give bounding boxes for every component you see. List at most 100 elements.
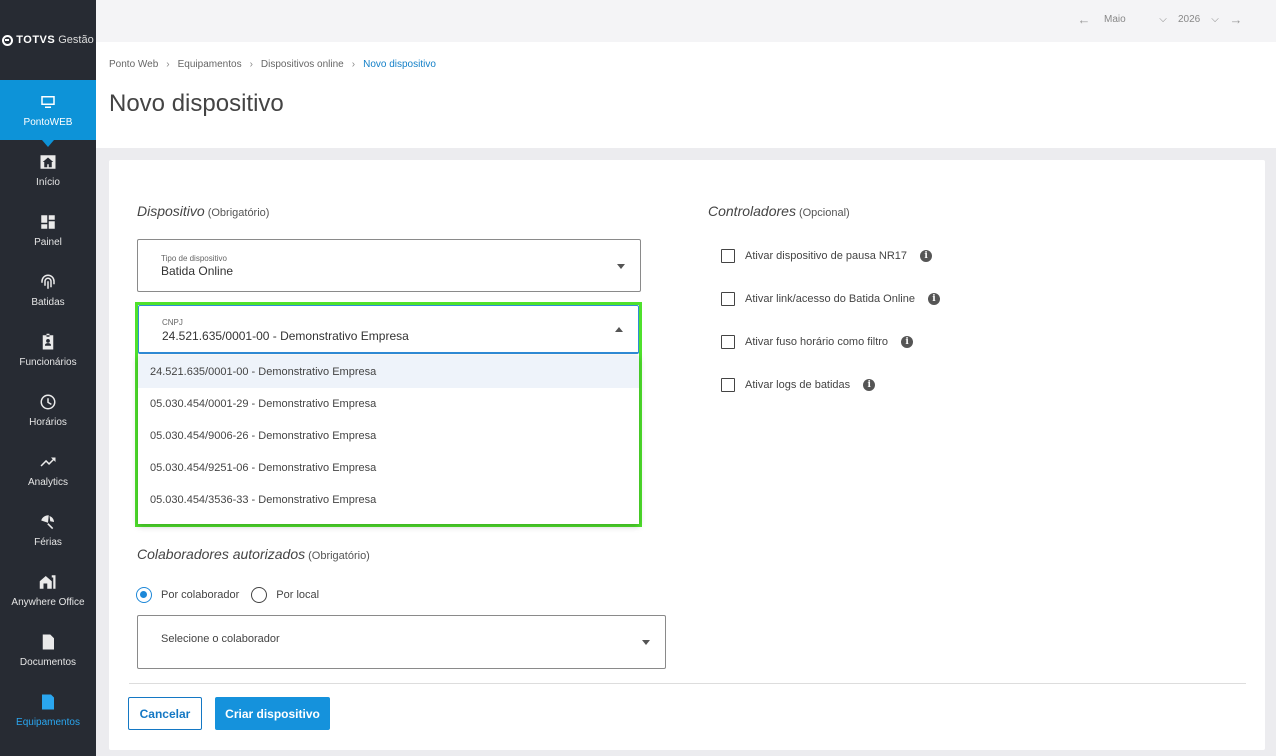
checkbox-fuso-horario[interactable] — [721, 335, 735, 349]
sidebar-item-label: Férias — [34, 537, 62, 548]
caret-down-icon — [642, 640, 650, 645]
device-icon — [38, 692, 58, 712]
breadcrumb-dispositivos-online[interactable]: Dispositivos online — [261, 59, 344, 70]
dispositivo-title: Dispositivo — [137, 203, 205, 219]
colaboradores-required: (Obrigatório) — [308, 550, 370, 562]
cnpj-option[interactable]: 24.521.635/0001-00 - Demonstrativo Empre… — [138, 356, 639, 388]
trending-icon — [38, 452, 58, 472]
page-header: Ponto Web › Equipamentos › Dispositivos … — [96, 42, 1276, 148]
radio-por-colaborador-label[interactable]: Por colaborador — [161, 589, 239, 601]
controladores-section-title: Controladores (Opcional) — [708, 203, 850, 219]
sidebar-item-anywhere-office[interactable]: Anywhere Office — [0, 560, 96, 620]
breadcrumb-separator-icon: › — [351, 59, 356, 70]
beach-icon — [38, 512, 58, 532]
tipo-dispositivo-label: Tipo de dispositivo — [161, 254, 227, 263]
form-card: Dispositivo (Obrigatório) Tipo de disposi… — [109, 160, 1265, 750]
page-title: Novo dispositivo — [109, 90, 284, 117]
chevron-down-icon: ⌵ — [1159, 14, 1167, 25]
sidebar-item-funcionarios[interactable]: Funcionários — [0, 320, 96, 380]
info-icon[interactable]: i — [920, 250, 933, 262]
sidebar-item-horarios[interactable]: Horários — [0, 380, 96, 440]
radio-por-local-label[interactable]: Por local — [276, 589, 319, 601]
sidebar-item-label: Batidas — [31, 297, 65, 308]
year-select[interactable]: 2026 ⌵ — [1174, 14, 1226, 25]
cnpj-select[interactable]: CNPJ 24.521.635/0001-00 - Demonstrativo … — [138, 305, 639, 354]
tipo-dispositivo-value: Batida Online — [161, 264, 234, 278]
cnpj-value: 24.521.635/0001-00 - Demonstrativo Empre… — [162, 329, 409, 343]
check-row-link-acesso: Ativar link/acesso do Batida Online i — [721, 292, 940, 306]
totvs-logo: TOTVS Gestão — [0, 0, 96, 80]
check-row-pausa-nr17: Ativar dispositivo de pausa NR17 i — [721, 249, 933, 263]
sidebar-item-pontoweb[interactable]: PontoWEB — [0, 80, 96, 147]
breadcrumb-ponto-web[interactable]: Ponto Web — [109, 59, 158, 70]
sidebar-item-batidas[interactable]: Batidas — [0, 260, 96, 320]
radio-por-colaborador[interactable] — [136, 587, 152, 603]
sidebar-item-label: Painel — [34, 237, 62, 248]
sidebar-item-label: Início — [36, 177, 60, 188]
sidebar-item-ferias[interactable]: Férias — [0, 500, 96, 560]
sidebar-item-painel[interactable]: Painel — [0, 200, 96, 260]
checkbox-pausa-nr17[interactable] — [721, 249, 735, 263]
colaboradores-radio-group: Por colaborador Por local — [136, 587, 331, 603]
cnpj-label: CNPJ — [162, 318, 183, 327]
chevron-down-icon: ⌵ — [1211, 14, 1219, 25]
sidebar-item-label: Horários — [29, 417, 67, 428]
tipo-dispositivo-select[interactable]: Tipo de dispositivo Batida Online — [137, 239, 641, 292]
info-icon[interactable]: i — [901, 336, 914, 348]
cnpj-option[interactable]: 05.030.454/9006-26 - Demonstrativo Empre… — [138, 420, 639, 452]
checkbox-link-acesso[interactable] — [721, 292, 735, 306]
colaboradores-section-title: Colaboradores autorizados (Obrigatório) — [137, 546, 370, 562]
sidebar-item-equipamentos[interactable]: Equipamentos — [0, 680, 96, 740]
dispositivo-section-title: Dispositivo (Obrigatório) — [137, 203, 269, 219]
breadcrumb-separator-icon: › — [249, 59, 253, 70]
check-label[interactable]: Ativar dispositivo de pausa NR17 — [745, 250, 907, 262]
house-office-icon — [38, 572, 58, 592]
dispositivo-required: (Obrigatório) — [207, 207, 270, 219]
create-device-button[interactable]: Criar dispositivo — [215, 697, 330, 730]
controladores-title: Controladores — [708, 203, 796, 219]
prev-period-arrow-icon[interactable]: ← — [1074, 12, 1094, 27]
breadcrumb-separator-icon: › — [166, 59, 170, 70]
checkbox-logs-batidas[interactable] — [721, 378, 735, 392]
colaborador-select[interactable]: Selecione o colaborador — [137, 615, 666, 669]
sidebar-item-label: Equipamentos — [16, 717, 80, 728]
check-row-logs-batidas: Ativar logs de batidas i — [721, 378, 876, 392]
cancel-button[interactable]: Cancelar — [128, 697, 202, 730]
sidebar-item-documentos[interactable]: Documentos — [0, 620, 96, 680]
month-value: Maio — [1104, 14, 1126, 25]
breadcrumb-equipamentos[interactable]: Equipamentos — [178, 59, 242, 70]
sidebar-item-label: Analytics — [27, 477, 68, 488]
dashboard-icon — [38, 212, 58, 232]
home-icon — [38, 152, 58, 172]
period-selector: ← Maio ⌵ 2026 ⌵ → — [1074, 12, 1246, 27]
totvs-logo-icon — [2, 34, 14, 46]
year-value: 2026 — [1178, 14, 1201, 25]
sidebar-item-inicio[interactable]: Início — [0, 140, 96, 200]
logo-sub: Gestão — [58, 34, 94, 46]
caret-down-icon — [617, 264, 625, 269]
check-label[interactable]: Ativar logs de batidas — [745, 379, 850, 391]
info-icon[interactable]: i — [927, 293, 940, 305]
clock-icon — [38, 392, 58, 412]
cnpj-option[interactable]: 05.030.454/9251-06 - Demonstrativo Empre… — [138, 452, 639, 484]
info-icon[interactable]: i — [863, 379, 876, 391]
next-period-arrow-icon[interactable]: → — [1226, 12, 1246, 27]
breadcrumb-current: Novo dispositivo — [363, 59, 436, 70]
badge-icon — [38, 332, 58, 352]
divider — [129, 683, 1246, 684]
breadcrumb: Ponto Web › Equipamentos › Dispositivos … — [109, 59, 436, 70]
check-row-fuso-horario: Ativar fuso horário como filtro i — [721, 335, 914, 349]
cnpj-option[interactable]: 05.030.454/3536-33 - Demonstrativo Empre… — [138, 484, 639, 516]
month-select[interactable]: Maio ⌵ — [1094, 14, 1174, 25]
cnpj-option[interactable]: 05.030.454/0001-29 - Demonstrativo Empre… — [138, 388, 639, 420]
check-label[interactable]: Ativar link/acesso do Batida Online — [745, 293, 915, 305]
sidebar-item-label: Funcionários — [19, 357, 77, 368]
fingerprint-icon — [38, 272, 58, 292]
controladores-optional: (Opcional) — [798, 207, 850, 219]
sidebar-item-label: PontoWEB — [23, 117, 73, 128]
radio-por-local[interactable] — [251, 587, 268, 603]
sidebar-item-label: Documentos — [19, 657, 77, 668]
check-label[interactable]: Ativar fuso horário como filtro — [745, 336, 888, 348]
colaborador-placeholder: Selecione o colaborador — [161, 633, 280, 645]
sidebar-item-analytics[interactable]: Analytics — [0, 440, 96, 500]
